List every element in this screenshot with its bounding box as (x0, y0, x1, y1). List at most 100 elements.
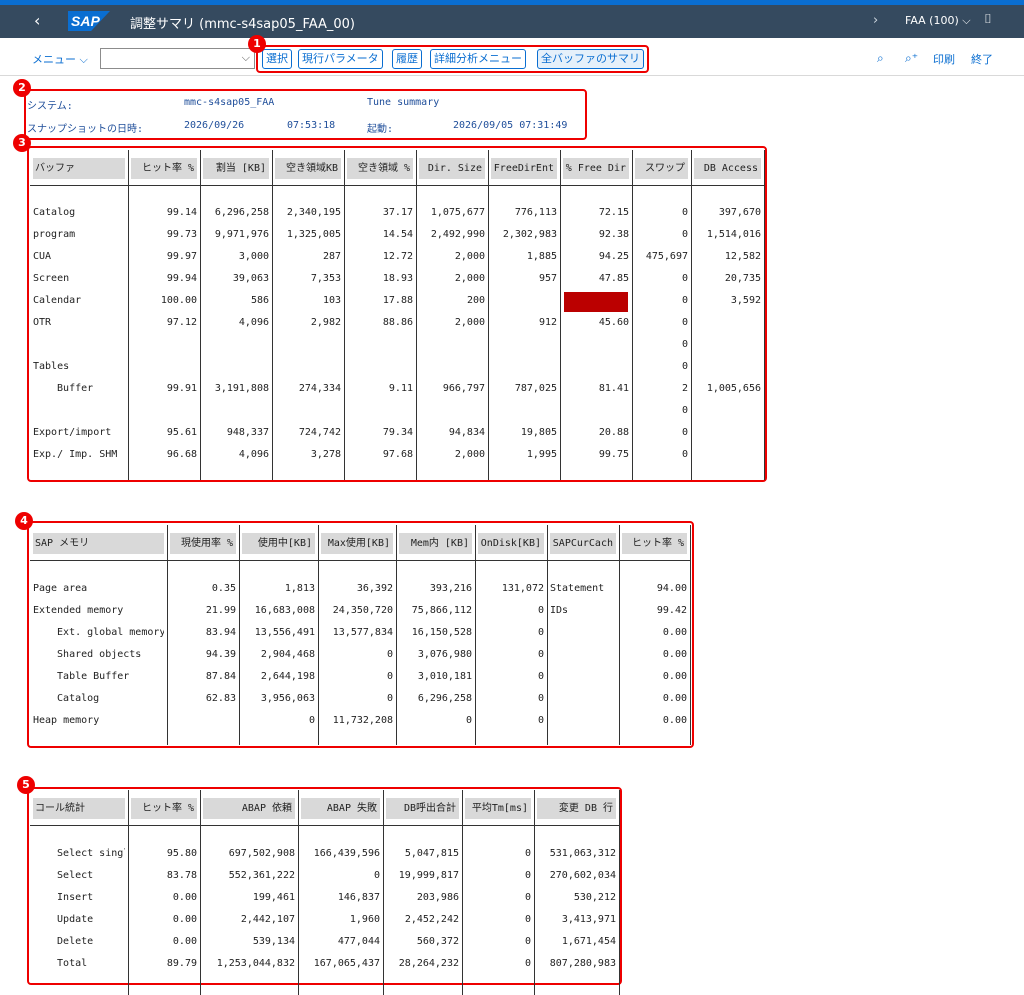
column-header[interactable]: Max使用[KB] (321, 533, 393, 554)
column-header[interactable]: スワップ (635, 158, 688, 179)
table-cell: 131,072 (501, 583, 544, 594)
table-cell: 7,353 (310, 273, 341, 284)
table-cell (491, 334, 557, 356)
table-cell: 19,999,817 (398, 870, 459, 881)
column-header[interactable]: % Free Dir (563, 158, 629, 179)
table-cell: 3,413,971 (561, 914, 616, 925)
column-header[interactable]: ヒット率 % (131, 158, 197, 179)
table-cell (33, 334, 125, 356)
table-cell (550, 710, 616, 732)
column-divider (318, 525, 319, 745)
table-cell: 19,805 (520, 427, 557, 438)
column-header[interactable]: 空き領域 % (347, 158, 413, 179)
customize-icon[interactable]: ⌷ (984, 12, 992, 27)
table-cell: 560,372 (416, 936, 459, 947)
column-divider (272, 150, 273, 480)
table-cell: 87.84 (205, 671, 236, 682)
column-header[interactable]: DB Access (694, 158, 761, 179)
table-cell: 0 (386, 671, 393, 682)
column-header[interactable]: 変更 DB 行 (537, 798, 616, 819)
table-cell: Table Buffer (45, 671, 130, 682)
buffer-table: バッファ ヒット率 % 割当 [KB] 空き領域KB 空き領域 % Dir. Size Fr… (30, 150, 765, 480)
command-field[interactable]: ⌵ (100, 48, 255, 69)
table-cell: 586 (250, 295, 269, 306)
column-divider (690, 525, 691, 745)
table-cell: 200 (466, 295, 485, 306)
column-header[interactable]: SAP メモリ (33, 533, 164, 554)
table-cell: 88.86 (382, 317, 413, 328)
table-cell: 13,556,491 (254, 627, 315, 638)
table-cell: 0 (537, 649, 544, 660)
chevron-right-icon[interactable]: › (873, 13, 878, 28)
table-cell: 14.54 (382, 229, 413, 240)
table-cell: 787,025 (514, 383, 557, 394)
table-cell (347, 400, 413, 422)
table-cell: 0 (681, 339, 688, 350)
table-cell: 0 (681, 273, 688, 284)
column-header[interactable]: DB呼出合計 (386, 798, 459, 819)
table-cell: Buffer (45, 383, 94, 394)
search-icon[interactable]: ⌕ (877, 51, 884, 66)
column-header[interactable]: 平均Tm[ms] (465, 798, 531, 819)
table-cell: 539,134 (252, 936, 295, 947)
table-cell: 99.73 (166, 229, 197, 240)
column-header[interactable]: ABAP 依頼 (203, 798, 295, 819)
table-cell: 21.99 (205, 605, 236, 616)
column-divider (239, 525, 240, 745)
table-cell: Total (45, 958, 88, 969)
column-header[interactable]: 割当 [KB] (203, 158, 269, 179)
column-header[interactable]: Mem内 [KB] (399, 533, 472, 554)
badge-1: 1 (248, 35, 266, 53)
table-cell: 2,982 (310, 317, 341, 328)
table-cell: 47.85 (598, 273, 629, 284)
table-cell: 6,296,258 (214, 207, 269, 218)
table-cell: 697,502,908 (228, 848, 295, 859)
column-header[interactable]: 使用中[KB] (242, 533, 315, 554)
table-cell: program (33, 229, 76, 240)
column-header[interactable]: ヒット率 % (622, 533, 687, 554)
table-cell: 97.12 (166, 317, 197, 328)
column-header[interactable]: FreeDirEnt (491, 158, 557, 179)
column-header[interactable]: ABAP 失敗 (301, 798, 380, 819)
alert-cell (564, 292, 628, 312)
column-header[interactable]: OnDisk[KB] (478, 533, 544, 554)
table-cell: 83.78 (166, 870, 197, 881)
table-cell: 2,452,242 (404, 914, 459, 925)
column-header[interactable]: バッファ (33, 158, 125, 179)
table-cell: 39,063 (232, 273, 269, 284)
table-cell: 1,813 (284, 583, 315, 594)
search-next-icon[interactable]: ⌕⁺ (905, 51, 918, 66)
table-cell: 18.93 (382, 273, 413, 284)
table-cell: 146,837 (337, 892, 380, 903)
table-cell: 2 (681, 383, 688, 394)
print-button[interactable]: 印刷 (933, 51, 955, 67)
table-cell: 99.14 (166, 207, 197, 218)
snapshot-date: 2026/09/26 (184, 120, 245, 131)
column-header[interactable]: 空き領域KB (275, 158, 341, 179)
back-button[interactable]: ‹ (34, 11, 40, 30)
column-header[interactable]: コール統計 (33, 798, 125, 819)
exit-button[interactable]: 終了 (971, 51, 993, 67)
snapshot-time: 07:53:18 (287, 120, 336, 131)
table-cell: 966,797 (442, 383, 485, 394)
table-cell: 94.25 (598, 251, 629, 262)
menu-button[interactable]: メニュー ⌵ (32, 51, 88, 67)
table-cell: 0 (524, 936, 531, 947)
column-header[interactable]: SAPCurCach (550, 533, 616, 554)
column-divider (128, 150, 129, 480)
chevron-down-icon: ⌵ (241, 51, 250, 64)
table-cell: 274,334 (298, 383, 341, 394)
header-divider (30, 560, 690, 561)
table-cell: Heap memory (33, 715, 100, 726)
table-cell: 2,000 (454, 449, 485, 460)
system-label: システム: (27, 101, 73, 112)
column-header[interactable]: 現使用率 % (170, 533, 236, 554)
table-cell: 0.00 (172, 936, 197, 947)
column-header[interactable]: Dir. Size (419, 158, 485, 179)
table-cell: 97.68 (382, 449, 413, 460)
table-cell (347, 356, 413, 378)
table-cell (419, 334, 485, 356)
system-menu[interactable]: FAA (100) ⌵ (905, 14, 971, 28)
column-header[interactable]: ヒット率 % (131, 798, 197, 819)
table-cell: 0 (524, 914, 531, 925)
